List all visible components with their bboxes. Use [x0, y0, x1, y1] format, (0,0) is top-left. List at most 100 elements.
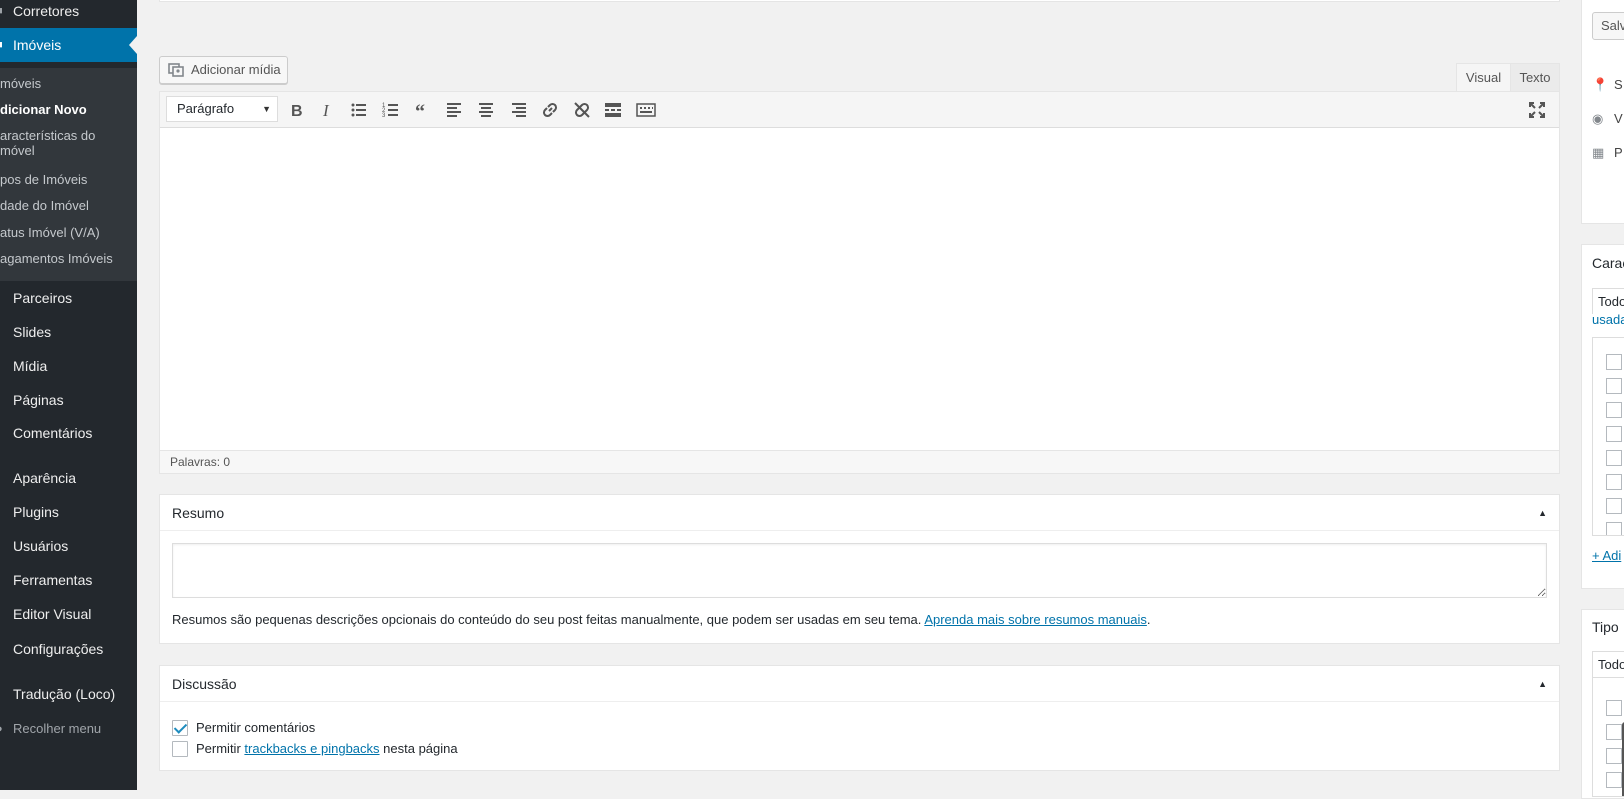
feature-checkbox[interactable]: [1606, 402, 1622, 418]
brush-icon: ▪: [0, 461, 6, 495]
menu-item-ferramentas[interactable]: ▪ Ferramentas: [0, 563, 137, 597]
menu-item-corretores[interactable]: ■ Corretores: [0, 0, 137, 28]
align-center-icon: [479, 103, 493, 117]
submenu-item-features[interactable]: aracterísticas do móvel: [0, 128, 100, 158]
excerpt-textarea[interactable]: [172, 543, 1547, 598]
tab-texto[interactable]: Texto: [1510, 63, 1560, 92]
type-checklist: [1592, 677, 1624, 797]
submenu-item-all[interactable]: móveis: [0, 76, 137, 91]
save-draft-button[interactable]: Salv: [1592, 12, 1624, 40]
group-icon: ▪: [0, 281, 6, 315]
collapse-arrow-icon[interactable]: ▲: [1538, 495, 1547, 531]
link-button[interactable]: [537, 97, 563, 123]
submenu-item-payments[interactable]: agamentos Imóveis: [0, 251, 137, 266]
bullet-list-button[interactable]: [346, 97, 372, 123]
toolbar-toggle-button[interactable]: [632, 97, 658, 123]
menu-item-label: Parceiros: [13, 290, 73, 306]
features-tab-used[interactable]: usada: [1592, 312, 1624, 327]
align-right-button[interactable]: [505, 97, 531, 123]
settings-icon: ▪: [0, 632, 6, 666]
align-left-button[interactable]: [442, 97, 468, 123]
allow-comments-checkbox[interactable]: [172, 720, 188, 736]
menu-item-midia[interactable]: ▪ Mídia: [0, 349, 137, 383]
menu-item-aparencia[interactable]: ▪ Aparência: [0, 461, 137, 495]
feature-checkbox[interactable]: [1606, 498, 1622, 514]
menu-item-label: Usuários: [13, 538, 69, 554]
collapse-arrow-icon[interactable]: ▲: [1538, 666, 1547, 702]
excerpt-help-end: .: [1146, 612, 1151, 627]
submenu-item-add-new[interactable]: dicionar Novo: [0, 102, 137, 117]
trackbacks-link[interactable]: trackbacks e pingbacks: [244, 741, 379, 756]
menu-item-label: Mídia: [13, 358, 48, 374]
editor-content-area[interactable]: [160, 129, 1559, 451]
users-icon: ■: [0, 0, 6, 28]
excerpt-help-link[interactable]: Aprenda mais sobre resumos manuais: [924, 612, 1147, 627]
user-icon: ▪: [0, 529, 6, 563]
blockquote-icon: “: [415, 101, 425, 119]
comment-icon: ▪: [0, 416, 6, 450]
link-icon: [542, 102, 558, 118]
numbered-list-button[interactable]: 123: [378, 97, 404, 123]
svg-text:“: “: [415, 101, 425, 119]
feature-checkbox[interactable]: [1606, 426, 1622, 442]
read-more-button[interactable]: [600, 97, 626, 123]
submenu-item-city[interactable]: dade do Imóvel: [0, 198, 137, 213]
menu-item-comentarios[interactable]: ▪ Comentários: [0, 416, 137, 450]
format-select-value: Parágrafo: [177, 101, 235, 116]
bold-button[interactable]: B: [283, 97, 309, 123]
allow-pings-checkbox[interactable]: [172, 741, 188, 757]
current-menu-arrow: [129, 36, 137, 54]
allow-comments-label[interactable]: Permitir comentários: [196, 719, 315, 737]
feature-checkbox[interactable]: [1606, 354, 1622, 370]
admin-sidebar: ■ Corretores ■ Imóveis móveis dicionar N…: [0, 0, 137, 790]
plugin-icon: ▪: [0, 495, 6, 529]
add-media-button[interactable]: Adicionar mídia: [159, 56, 288, 84]
blockquote-button[interactable]: “: [410, 97, 436, 123]
media-icon: ▪: [0, 349, 6, 383]
type-checkbox[interactable]: [1606, 724, 1622, 740]
menu-item-parceiros[interactable]: ▪ Parceiros: [0, 281, 137, 315]
format-select[interactable]: Parágrafo ▼: [166, 96, 278, 122]
align-center-button[interactable]: [473, 97, 499, 123]
menu-item-paginas[interactable]: ▪ Páginas: [0, 383, 137, 417]
type-checkbox[interactable]: [1606, 700, 1622, 716]
collapse-menu-button[interactable]: ● Recolher menu: [0, 712, 137, 746]
italic-button[interactable]: I: [314, 97, 340, 123]
tab-visual[interactable]: Visual: [1456, 63, 1511, 92]
unlink-button[interactable]: [569, 97, 595, 123]
fullscreen-icon: [1529, 102, 1545, 118]
allow-pings-label[interactable]: Permitir trackbacks e pingbacks nesta pá…: [196, 740, 458, 758]
type-checkbox[interactable]: [1606, 748, 1622, 764]
menu-item-traducao[interactable]: ▪ Tradução (Loco): [0, 677, 137, 711]
features-tab-all[interactable]: Todo: [1592, 288, 1624, 314]
feature-checkbox[interactable]: [1606, 450, 1622, 466]
menu-item-usuarios[interactable]: ▪ Usuários: [0, 529, 137, 563]
translate-icon: ▪: [0, 677, 6, 711]
menu-item-configuracoes[interactable]: ▪ Configurações: [0, 632, 137, 666]
feature-checkbox[interactable]: [1606, 378, 1622, 394]
menu-item-slides[interactable]: ▪ Slides: [0, 315, 137, 349]
status-text: S: [1614, 77, 1623, 92]
allow-pings-prefix: Permitir: [196, 741, 241, 756]
feature-checkbox[interactable]: [1606, 522, 1622, 535]
excerpt-box-header[interactable]: Resumo ▲: [160, 495, 1559, 531]
type-tab-all[interactable]: Todo: [1592, 651, 1624, 677]
svg-text:3: 3: [382, 113, 386, 119]
type-checkbox[interactable]: [1606, 772, 1622, 788]
menu-item-imoveis[interactable]: ■ Imóveis: [0, 28, 137, 62]
pin-icon: 📍: [1592, 77, 1609, 92]
fullscreen-button[interactable]: [1524, 97, 1550, 123]
add-media-label: Adicionar mídia: [191, 62, 281, 77]
submenu-item-types[interactable]: pos de Imóveis: [0, 172, 137, 187]
wrench-icon: ▪: [0, 563, 6, 597]
add-feature-link[interactable]: + Adi: [1592, 548, 1621, 563]
align-right-icon: [512, 103, 526, 117]
menu-item-label: Aparência: [13, 470, 77, 486]
menu-item-plugins[interactable]: ▪ Plugins: [0, 495, 137, 529]
menu-item-label: Configurações: [13, 641, 104, 657]
submenu-item-status[interactable]: atus Imóvel (V/A): [0, 225, 137, 240]
discussion-box-header[interactable]: Discussão ▲: [160, 666, 1559, 702]
menu-item-editor-visual[interactable]: ▪ Editor Visual: [0, 597, 137, 631]
feature-checkbox[interactable]: [1606, 474, 1622, 490]
editor-toolbar: Parágrafo ▼ B I 123 “: [160, 92, 1559, 128]
